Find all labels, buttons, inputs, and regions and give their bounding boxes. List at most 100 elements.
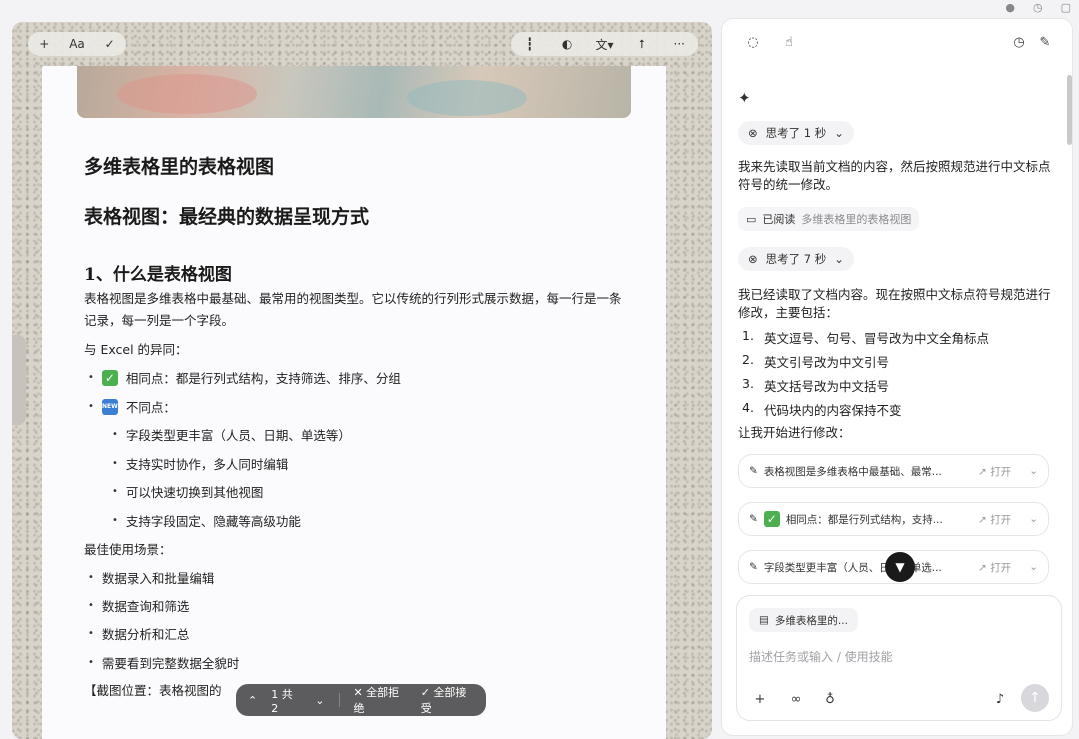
list-item-text: 英文逗号、句号、冒号改为中文全角标点 bbox=[763, 331, 989, 346]
list-number: 2. bbox=[742, 352, 754, 367]
chat-input-box[interactable]: ▤ 多维表格里的... 描述任务或输入 / 使用技能 + ∞ ♁ ♪ ↑ bbox=[736, 595, 1062, 721]
history-icon[interactable]: ◷ bbox=[1033, 1, 1043, 14]
accept-all-button[interactable]: ✓ 全部接受 bbox=[421, 684, 474, 716]
list-item-text: 数据分析和汇总 bbox=[101, 627, 190, 642]
avatar-icon[interactable]: ● bbox=[1005, 1, 1015, 14]
bullet-dot: • bbox=[112, 515, 118, 526]
doc-title[interactable]: 多维表格里的表格视图 bbox=[84, 152, 274, 179]
edit-card-text: 字段类型更丰富（人员、日期、单选... bbox=[763, 561, 942, 574]
list-item-text: 字段类型更丰富（人员、日期、单选等） bbox=[125, 428, 351, 443]
document-page[interactable]: 多维表格里的表格视图 表格视图：最经典的数据呈现方式 1、什么是表格视图 表格视… bbox=[42, 66, 666, 739]
chevron-down-icon: ⌄ bbox=[834, 252, 844, 266]
infinity-icon[interactable]: ∞ bbox=[785, 688, 807, 710]
bulb-icon[interactable]: ♁ bbox=[819, 688, 841, 710]
open-button[interactable]: ↗ 打开 bbox=[978, 560, 1011, 575]
send-button[interactable]: ↑ bbox=[1021, 684, 1049, 712]
bullet-dot: • bbox=[88, 628, 94, 639]
add-icon[interactable]: + bbox=[749, 688, 771, 710]
doc-heading-2[interactable]: 表格视图：最经典的数据呈现方式 bbox=[84, 202, 369, 229]
thinking-chip[interactable]: ⊗ 思考了 7 秒 ⌄ bbox=[738, 247, 854, 271]
chat-input[interactable]: 描述任务或输入 / 使用技能 bbox=[749, 648, 893, 665]
list-item[interactable]: • 支持实时协作，多人同时编辑 bbox=[112, 454, 288, 473]
open-label: 打开 bbox=[990, 465, 1012, 478]
list-item-text: 代码块内的内容保持不变 bbox=[763, 403, 902, 418]
edit-card[interactable]: ✎ 表格视图是多维表格中最基础、最常... ↗ 打开 ⌄ bbox=[738, 454, 1049, 488]
doc-heading-3[interactable]: 1、什么是表格视图 bbox=[84, 260, 232, 285]
chevron-up-icon[interactable]: ⌃ bbox=[248, 694, 257, 707]
history-icon[interactable]: ◷ bbox=[1008, 31, 1030, 53]
thinking-chip[interactable]: ⊗ 思考了 1 秒 ⌄ bbox=[738, 121, 854, 145]
pencil-icon: ✎ bbox=[749, 513, 758, 525]
read-doc-chip[interactable]: ▭ 已阅读 多维表格里的表格视图 bbox=[738, 207, 920, 231]
thinking-label: 思考了 1 秒 bbox=[765, 126, 827, 140]
chat-icon[interactable]: ◌ bbox=[742, 31, 764, 53]
share-icon[interactable]: ⭡ bbox=[633, 35, 651, 53]
sidebar-handle[interactable] bbox=[12, 335, 26, 425]
microphone-icon[interactable]: ♪ bbox=[989, 688, 1011, 710]
review-float-bar: ⌃ 1 共 2 ⌄ ✕ 全部拒绝 ✓ 全部接受 bbox=[236, 684, 486, 716]
bullet-dot: • bbox=[112, 458, 118, 469]
open-label: 打开 bbox=[990, 561, 1012, 574]
doc-intro-paragraph[interactable]: 表格视图是多维表格中最基础、最常用的视图类型。它以传统的行列形式展示数据，每一行… bbox=[84, 288, 624, 332]
list-item[interactable]: • 数据查询和筛选 bbox=[88, 596, 189, 615]
open-button[interactable]: ↗ 打开 bbox=[978, 464, 1011, 479]
list-item[interactable]: • NEW 不同点： bbox=[88, 397, 176, 416]
list-number: 3. bbox=[742, 376, 754, 391]
pencil-icon: ✎ bbox=[749, 465, 758, 477]
ai-message: 我来先读取当前文档的内容，然后按照规范进行中文标点符号的统一修改。 bbox=[738, 159, 1051, 192]
chevron-down-icon[interactable]: ⌄ bbox=[1029, 561, 1038, 573]
list-item: 2. 英文引号改为中文引号 bbox=[742, 352, 889, 371]
doc-chip-label: 多维表格里的... bbox=[774, 614, 848, 627]
doc-toolbar-right: ┇ ◐ 文▾ ⭡ ··· bbox=[511, 32, 698, 56]
edit-card[interactable]: ✎ ✓ 相同点：都是行列式结构，支持... ↗ 打开 ⌄ bbox=[738, 502, 1049, 536]
translate-icon[interactable]: 文▾ bbox=[595, 35, 613, 53]
list-item[interactable]: • 数据录入和批量编辑 bbox=[88, 568, 214, 587]
list-item-text: 支持字段固定、隐藏等高级功能 bbox=[125, 514, 301, 529]
voice-icon[interactable]: ┇ bbox=[521, 35, 539, 53]
list-number: 4. bbox=[742, 400, 754, 415]
bullet-dot: • bbox=[88, 372, 94, 383]
scroll-down-button[interactable]: ▼ bbox=[885, 552, 915, 582]
pen-icon[interactable]: ✓ bbox=[101, 35, 119, 53]
palette-icon[interactable]: ◐ bbox=[558, 35, 576, 53]
hand-pointer-icon[interactable]: ☝ bbox=[778, 31, 800, 53]
list-item-text: 英文括号改为中文括号 bbox=[763, 379, 889, 394]
list-item[interactable]: • 字段类型更丰富（人员、日期、单选等） bbox=[112, 425, 351, 444]
doc-toolbar-left: + Aa ✓ bbox=[28, 32, 126, 56]
open-button[interactable]: ↗ 打开 bbox=[978, 512, 1011, 527]
scrollbar[interactable] bbox=[1067, 75, 1072, 145]
list-item-text: 需要看到完整数据全貌时 bbox=[101, 656, 240, 671]
panel-header: ◌ ☝ ◷ ✎ bbox=[734, 31, 1060, 55]
add-icon[interactable]: + bbox=[35, 35, 53, 53]
diff-label: 不同点： bbox=[125, 400, 176, 415]
list-item[interactable]: • 数据分析和汇总 bbox=[88, 624, 189, 643]
list-item[interactable]: • ✓ 相同点：都是行列式结构，支持筛选、排序、分组 bbox=[88, 368, 401, 387]
same-text: 相同点：都是行列式结构，支持筛选、排序、分组 bbox=[125, 371, 401, 386]
doc-context-chip[interactable]: ▤ 多维表格里的... bbox=[749, 608, 858, 632]
new-icon: NEW bbox=[101, 398, 118, 415]
chevron-down-icon[interactable]: ⌄ bbox=[1029, 465, 1038, 477]
change-counter: 1 共 2 bbox=[271, 687, 293, 715]
list-item[interactable]: • 需要看到完整数据全貌时 bbox=[88, 653, 239, 672]
open-label: 打开 bbox=[990, 513, 1012, 526]
chevron-down-icon[interactable]: ⌄ bbox=[1029, 513, 1038, 525]
text-format-icon[interactable]: Aa bbox=[68, 35, 86, 53]
list-item-text: 数据录入和批量编辑 bbox=[101, 571, 215, 586]
divider bbox=[338, 693, 340, 707]
ai-message: 我已经读取了文档内容。现在按照中文标点符号规范进行修改，主要包括： bbox=[738, 287, 1051, 320]
read-label: 已阅读 bbox=[762, 213, 796, 226]
list-item[interactable]: • 可以快速切换到其他视图 bbox=[112, 482, 263, 501]
new-chat-icon[interactable]: ✎ bbox=[1034, 31, 1056, 53]
more-icon[interactable]: ··· bbox=[670, 35, 688, 53]
list-item-text: 可以快速切换到其他视图 bbox=[125, 485, 264, 500]
list-item-text: 数据查询和筛选 bbox=[101, 599, 190, 614]
window-icon[interactable]: ▢ bbox=[1061, 1, 1071, 14]
list-number: 1. bbox=[742, 328, 754, 343]
chevron-down-icon[interactable]: ⌄ bbox=[315, 694, 324, 707]
scene-label[interactable]: 最佳使用场景： bbox=[84, 539, 624, 561]
excel-label[interactable]: 与 Excel 的异同： bbox=[84, 339, 624, 361]
reject-all-button[interactable]: ✕ 全部拒绝 bbox=[353, 684, 406, 716]
window-controls: ● ◷ ▢ bbox=[959, 0, 1079, 14]
check-icon: ✓ bbox=[763, 511, 780, 527]
list-item[interactable]: • 支持字段固定、隐藏等高级功能 bbox=[112, 511, 301, 530]
